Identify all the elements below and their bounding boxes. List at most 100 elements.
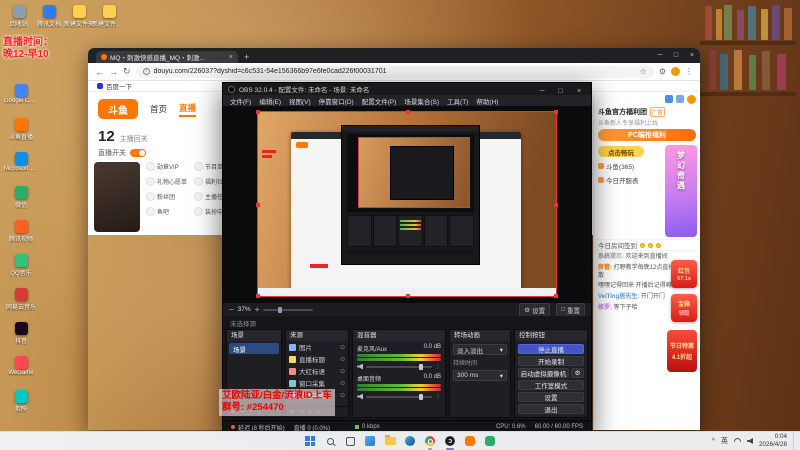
reload-icon[interactable]: ↻	[123, 66, 131, 77]
menu-tools[interactable]: 工具(T)	[447, 96, 468, 106]
show-desktop-button[interactable]	[793, 432, 796, 450]
room-cover-card[interactable]	[94, 162, 140, 232]
desktop-icon-wegame[interactable]: WeGame	[4, 356, 38, 376]
desktop-icon-qq-music[interactable]: QQ音乐	[4, 254, 38, 277]
visibility-eye-icon[interactable]: ⊙	[340, 368, 345, 375]
new-tab-button[interactable]: +	[244, 52, 249, 62]
source-item[interactable]: 直播标题 ⊙	[286, 353, 348, 365]
hidden-icons-button[interactable]: ^	[712, 438, 715, 445]
back-icon[interactable]: ←	[95, 67, 104, 77]
desktop-icon-wechat[interactable]: 微信	[4, 186, 38, 209]
window-close-button[interactable]: ×	[684, 52, 700, 59]
preview-settings-button[interactable]: ⚙ 设置	[519, 302, 551, 317]
header-app-icon[interactable]	[665, 95, 673, 103]
search-button[interactable]	[324, 435, 336, 447]
start-button[interactable]	[304, 435, 316, 447]
header-app-icon[interactable]	[676, 95, 684, 103]
stop-streaming-button[interactable]: 停止直播	[518, 344, 584, 354]
desktop-icon-douyin[interactable]: 抖音	[4, 322, 38, 345]
transition-select[interactable]: 淡入淡出 ▾	[453, 344, 507, 355]
desktop-icon-tencent-video[interactable]: 腾讯视频	[4, 220, 38, 243]
promo-row[interactable]: 斗鱼(365)	[598, 161, 656, 171]
desktop-icon-edge[interactable]: Microsoft Edge	[4, 152, 38, 172]
nav-live[interactable]: 直播	[179, 102, 197, 117]
volume-slider[interactable]	[366, 393, 432, 400]
chrome-tabstrip[interactable]: MQ・刺激快感直播_MQ・刺激… × + ─ □ ×	[88, 48, 700, 63]
window-minimize-button[interactable]: ─	[652, 52, 668, 59]
file-explorer-button[interactable]	[384, 435, 396, 447]
zoom-in-button[interactable]: +	[255, 305, 260, 314]
virtual-camera-settings-icon[interactable]: ⚙	[571, 368, 584, 378]
channel-menu-icon[interactable]: ⋮	[435, 363, 441, 370]
volume-slider[interactable]	[366, 363, 432, 370]
clock[interactable]: 0:04 2026/4/28	[759, 433, 787, 449]
grid-item[interactable]: 勋章VIP	[146, 162, 192, 171]
edge-taskbar-button[interactable]	[404, 435, 416, 447]
menu-help[interactable]: 帮助(H)	[476, 96, 498, 106]
widgets-button[interactable]	[364, 435, 376, 447]
desktop-icon-folder2[interactable]: 新建文件夹 (2)	[92, 5, 126, 28]
desktop-icon-docs[interactable]: 腾讯文档	[32, 5, 66, 28]
wifi-icon[interactable]	[732, 436, 743, 446]
profile-avatar[interactable]	[671, 67, 680, 76]
visibility-eye-icon[interactable]: ⊙	[340, 380, 345, 387]
live-switch-toggle[interactable]	[130, 149, 146, 157]
desktop-icon-chrome[interactable]: Google Chrome	[4, 84, 38, 104]
desktop-icon-recycle-bin[interactable]: 回收站	[2, 5, 36, 28]
scene-item[interactable]: 场景	[229, 343, 279, 354]
browser-tab[interactable]: MQ・刺激快感直播_MQ・刺激… ×	[96, 51, 238, 63]
menu-docks[interactable]: 停靠窗口(D)	[319, 96, 354, 106]
transition-duration-spinner[interactable]: 300 ms ▾	[453, 370, 507, 381]
input-language-button[interactable]: 英	[721, 436, 728, 446]
chrome-menu-icon[interactable]: ⋮	[685, 67, 693, 76]
user-avatar[interactable]	[687, 94, 696, 104]
tab-close-icon[interactable]: ×	[229, 54, 233, 61]
studio-mode-button[interactable]: 工作室模式	[518, 380, 584, 390]
exit-button[interactable]: 退出	[518, 404, 584, 414]
menu-file[interactable]: 文件(F)	[230, 96, 251, 106]
sale-banner[interactable]: 节日特惠 4.1折起	[667, 330, 697, 372]
menu-view[interactable]: 视图(V)	[289, 96, 311, 106]
window-maximize-button[interactable]: □	[668, 52, 684, 59]
preview-reset-button[interactable]: □ 重置	[556, 302, 585, 317]
desktop-icon-jianying[interactable]: 剪映	[4, 390, 38, 413]
play-now-button[interactable]: 点击畅玩	[598, 146, 644, 157]
obs-preview-canvas[interactable]	[256, 110, 558, 298]
desktop-icon-douyu[interactable]: 斗鱼直播	[4, 118, 38, 141]
treasure-box-widget[interactable]: 宝箱 领取	[671, 294, 697, 322]
visibility-eye-icon[interactable]: ⊙	[340, 344, 345, 351]
start-virtual-camera-button[interactable]: 启动虚拟摄像机	[518, 368, 569, 378]
grid-item[interactable]: 粉丝团	[146, 192, 192, 201]
douyu-logo[interactable]: 斗鱼	[98, 99, 138, 119]
red-envelope-widget[interactable]: 红包 67.1s	[671, 260, 697, 288]
source-item[interactable]: 大红标语 ⊙	[286, 365, 348, 377]
promo-row[interactable]: 今日开服表	[598, 175, 656, 185]
game-side-banner[interactable]: 梦幻奇遇	[665, 145, 697, 237]
obs-maximize-button[interactable]: □	[554, 88, 568, 95]
settings-button[interactable]: 设置	[518, 392, 584, 402]
source-item[interactable]: 窗口采集 ⊙	[286, 377, 348, 389]
site-info-icon[interactable]: i	[142, 68, 150, 75]
visibility-eye-icon[interactable]: ⊙	[340, 392, 345, 399]
menu-scene-collection[interactable]: 场景集合(S)	[404, 96, 439, 106]
task-view-button[interactable]	[344, 435, 356, 447]
douyu-taskbar-button[interactable]	[464, 435, 476, 447]
zoom-slider[interactable]	[263, 306, 314, 313]
volume-icon[interactable]	[746, 438, 753, 444]
bookmark-star-icon[interactable]: ☆	[640, 67, 647, 76]
source-item[interactable]: 图片 ⊙	[286, 341, 348, 353]
desktop-icon-netease-music[interactable]: 网易云音乐	[4, 288, 38, 311]
channel-menu-icon[interactable]: ⋮	[435, 393, 441, 400]
grid-item[interactable]: 鱼吧	[146, 207, 192, 216]
visibility-eye-icon[interactable]: ⊙	[340, 356, 345, 363]
nav-home[interactable]: 首页	[150, 103, 167, 115]
speaker-icon[interactable]	[357, 363, 363, 370]
wechat-taskbar-button[interactable]	[484, 435, 496, 447]
obs-titlebar[interactable]: OBS 32.0.4 - 配置文件: 未命名 - 场景: 未命名 ─ □ ×	[223, 83, 591, 95]
menu-profile[interactable]: 配置文件(P)	[362, 96, 397, 106]
menu-edit[interactable]: 编辑(E)	[259, 96, 281, 106]
bookmark-item[interactable]: 百度一下	[106, 81, 132, 91]
grid-item[interactable]: 礼物心愿单	[146, 177, 192, 186]
zoom-out-button[interactable]: −	[229, 305, 234, 314]
daily-signin-row[interactable]: 今日房间签到	[594, 239, 700, 251]
